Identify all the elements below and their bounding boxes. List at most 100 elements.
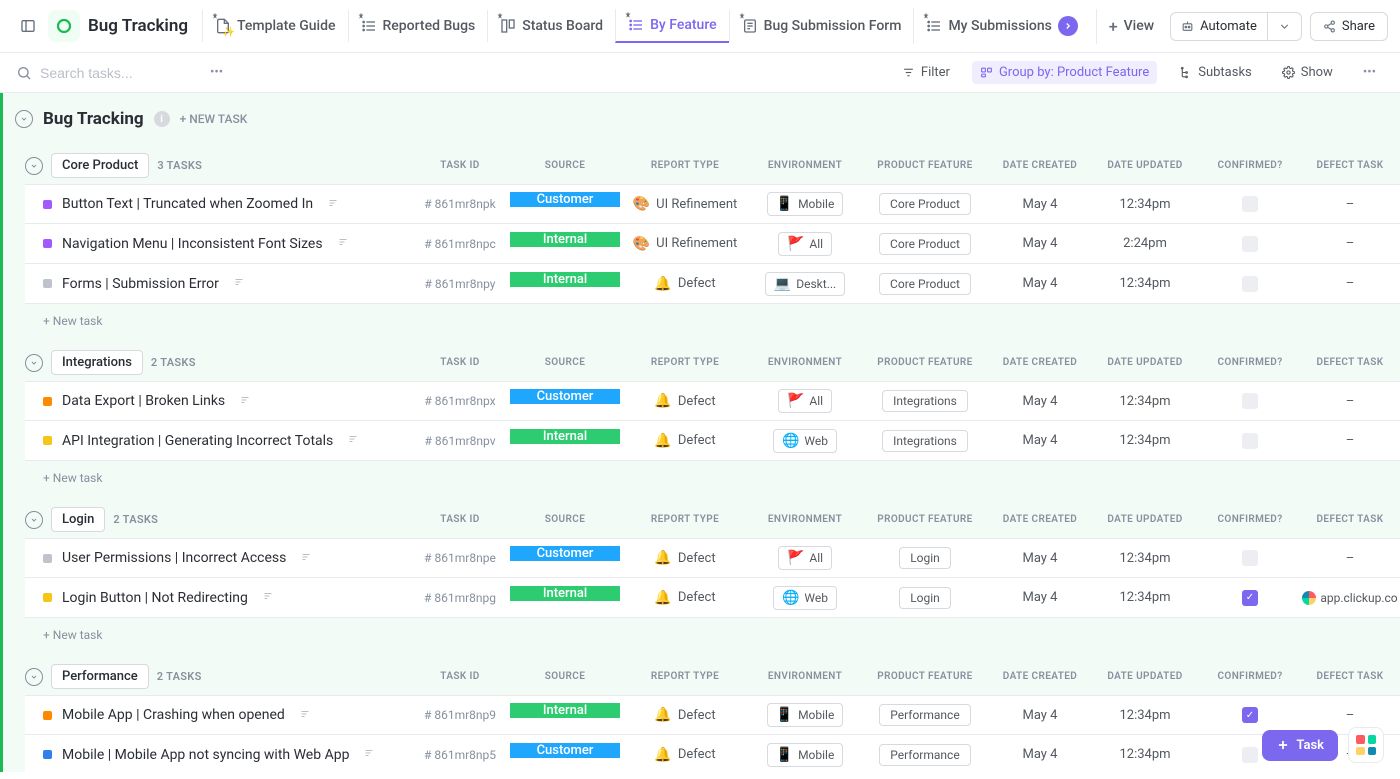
col-confirmed[interactable]: CONFIRMED? [1200, 160, 1300, 171]
col-date-created[interactable]: DATE CREATED [990, 514, 1090, 525]
show-button[interactable]: Show [1274, 61, 1341, 84]
source-cell[interactable]: Customer [510, 546, 620, 561]
subtask-icon[interactable] [239, 394, 251, 409]
col-defect-task[interactable]: DEFECT TASK [1300, 514, 1400, 525]
source-cell[interactable]: Customer [510, 743, 620, 758]
feature-cell[interactable]: Performance [860, 703, 990, 727]
col-environment[interactable]: ENVIRONMENT [750, 514, 860, 525]
toolbar-more-button[interactable]: ••• [1355, 61, 1384, 84]
source-cell[interactable]: Internal [510, 703, 620, 718]
col-source[interactable]: SOURCE [510, 357, 620, 368]
col-date-created[interactable]: DATE CREATED [990, 671, 1090, 682]
col-date-updated[interactable]: DATE UPDATED [1090, 514, 1200, 525]
task-name-cell[interactable]: User Permissions | Incorrect Access [25, 542, 410, 574]
new-task-inline-button[interactable]: + New task [25, 461, 417, 493]
source-cell[interactable]: Internal [510, 272, 620, 287]
col-product-feature[interactable]: PRODUCT FEATURE [860, 160, 990, 171]
subtask-icon[interactable] [327, 197, 339, 212]
environment-cell[interactable]: 📱Mobile [750, 192, 860, 216]
task-name-cell[interactable]: Data Export | Broken Links [25, 385, 410, 417]
task-row[interactable]: User Permissions | Incorrect Access # 86… [25, 538, 1400, 578]
confirmed-checkbox[interactable] [1242, 550, 1258, 566]
col-task-id[interactable]: TASK ID [410, 357, 510, 368]
confirmed-checkbox[interactable] [1242, 236, 1258, 252]
col-confirmed[interactable]: CONFIRMED? [1200, 514, 1300, 525]
fab-task-button[interactable]: Task [1262, 730, 1338, 761]
defect-task-link[interactable]: app.clickup.co [1302, 591, 1397, 605]
automate-button[interactable]: Automate [1170, 12, 1302, 41]
environment-cell[interactable]: 🚩All [750, 389, 860, 413]
col-confirmed[interactable]: CONFIRMED? [1200, 357, 1300, 368]
filter-button[interactable]: Filter [894, 61, 958, 84]
group-collapse-button[interactable] [25, 157, 43, 175]
task-name-cell[interactable]: Forms | Submission Error [25, 268, 410, 300]
subtask-icon[interactable] [233, 276, 245, 291]
col-date-updated[interactable]: DATE UPDATED [1090, 357, 1200, 368]
source-cell[interactable]: Internal [510, 232, 620, 247]
subtask-icon[interactable] [300, 551, 312, 566]
source-cell[interactable]: Internal [510, 429, 620, 444]
source-cell[interactable]: Customer [510, 389, 620, 404]
col-date-updated[interactable]: DATE UPDATED [1090, 160, 1200, 171]
task-name-cell[interactable]: API Integration | Generating Incorrect T… [25, 425, 410, 457]
environment-cell[interactable]: 🌐Web [750, 429, 860, 453]
group-name[interactable]: Login [51, 507, 105, 532]
confirmed-checkbox[interactable] [1242, 196, 1258, 212]
task-name-cell[interactable]: Login Button | Not Redirecting [25, 582, 410, 614]
sidebar-toggle-button[interactable] [12, 10, 44, 42]
col-product-feature[interactable]: PRODUCT FEATURE [860, 514, 990, 525]
col-report-type[interactable]: REPORT TYPE [620, 514, 750, 525]
environment-cell[interactable]: 🚩All [750, 232, 860, 256]
col-defect-task[interactable]: DEFECT TASK [1300, 671, 1400, 682]
col-date-updated[interactable]: DATE UPDATED [1090, 671, 1200, 682]
subtask-icon[interactable] [262, 590, 274, 605]
group-collapse-button[interactable] [25, 668, 43, 686]
report-type-cell[interactable]: 🔔Defect [620, 546, 750, 570]
report-type-cell[interactable]: 🔔Defect [620, 272, 750, 296]
tab-my-submissions[interactable]: My Submissions [913, 8, 1089, 44]
col-source[interactable]: SOURCE [510, 671, 620, 682]
col-confirmed[interactable]: CONFIRMED? [1200, 671, 1300, 682]
task-row[interactable]: Button Text | Truncated when Zoomed In #… [25, 184, 1400, 224]
search-input[interactable] [40, 65, 190, 81]
environment-cell[interactable]: 🚩All [750, 546, 860, 570]
environment-cell[interactable]: 🌐Web [750, 586, 860, 610]
new-task-top-button[interactable]: + NEW TASK [180, 112, 248, 126]
col-product-feature[interactable]: PRODUCT FEATURE [860, 357, 990, 368]
feature-cell[interactable]: Performance [860, 743, 990, 767]
col-task-id[interactable]: TASK ID [410, 671, 510, 682]
feature-cell[interactable]: Login [860, 546, 990, 570]
new-task-inline-button[interactable]: + New task [25, 618, 417, 650]
col-report-type[interactable]: REPORT TYPE [620, 357, 750, 368]
task-row[interactable]: Forms | Submission Error # 861mr8npy Int… [25, 264, 1400, 304]
automate-dropdown[interactable] [1267, 13, 1301, 40]
new-task-inline-button[interactable]: + New task [25, 304, 417, 336]
task-row[interactable]: API Integration | Generating Incorrect T… [25, 421, 1400, 461]
tab-next-icon[interactable] [1058, 16, 1078, 36]
confirmed-checkbox[interactable] [1242, 747, 1258, 763]
groupby-button[interactable]: Group by: Product Feature [972, 61, 1157, 84]
col-environment[interactable]: ENVIRONMENT [750, 160, 860, 171]
confirmed-checkbox[interactable] [1242, 433, 1258, 449]
tab-bug-submission-form[interactable]: Bug Submission Form [729, 10, 914, 42]
feature-cell[interactable]: Integrations [860, 429, 990, 453]
col-report-type[interactable]: REPORT TYPE [620, 671, 750, 682]
task-name-cell[interactable]: Navigation Menu | Inconsistent Font Size… [25, 228, 410, 260]
report-type-cell[interactable]: 🎨UI Refinement [620, 232, 750, 256]
subtask-icon[interactable] [347, 433, 359, 448]
feature-cell[interactable]: Login [860, 586, 990, 610]
report-type-cell[interactable]: 🔔Defect [620, 389, 750, 413]
col-date-created[interactable]: DATE CREATED [990, 357, 1090, 368]
task-row[interactable]: Mobile App | Crashing when opened # 861m… [25, 695, 1400, 735]
group-name[interactable]: Performance [51, 664, 149, 689]
environment-cell[interactable]: 💻Deskt... [750, 272, 860, 296]
fab-apps-button[interactable] [1348, 727, 1384, 763]
confirmed-checkbox[interactable]: ✓ [1242, 590, 1258, 606]
tab-status-board[interactable]: Status Board [487, 10, 615, 42]
feature-cell[interactable]: Core Product [860, 192, 990, 216]
environment-cell[interactable]: 📱Mobile [750, 703, 860, 727]
feature-cell[interactable]: Core Product [860, 272, 990, 296]
col-report-type[interactable]: REPORT TYPE [620, 160, 750, 171]
feature-cell[interactable]: Core Product [860, 232, 990, 256]
task-row[interactable]: Mobile | Mobile App not syncing with Web… [25, 735, 1400, 772]
